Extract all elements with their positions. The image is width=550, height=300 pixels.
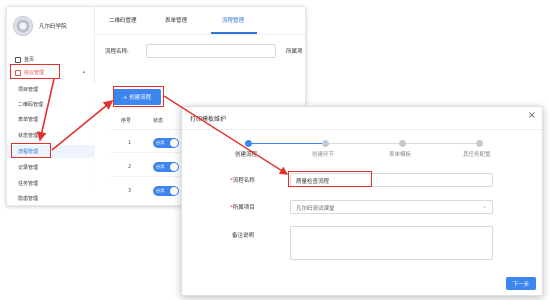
status-toggle[interactable]: 启用 [153,186,179,196]
process-name-label: *流程名称 [230,176,255,184]
home-icon [15,56,21,63]
active-tab-indicator [211,32,257,34]
filter-name-input[interactable] [146,44,276,58]
toggle-knob [170,163,178,171]
toggle-knob [170,139,178,147]
chevron-up-icon: ▴ [82,69,85,75]
toggle-knob [170,187,178,195]
template-maintenance-dialog: 打印模板维护 × 创建流程 创建环节 表单模板 其任务配置 *流程名称 质量检查… [181,106,543,296]
project-select[interactable]: 凡尔码测试课堂 ⌄ [290,200,493,214]
step-connector [403,143,476,144]
process-name-label-text: 流程名称 [232,178,255,184]
table-cell-index: 1 [128,140,132,146]
document-icon [15,69,21,76]
create-process-button[interactable]: + 创建流程 [113,89,161,105]
chevron-down-icon: ⌄ [481,203,487,210]
sidebar-item-project[interactable]: 项目管理 [7,83,95,96]
note-textarea[interactable] [290,226,493,260]
sidebar-item-label: 首页 [24,57,35,63]
sidebar-item-label: 项目管理 [18,87,39,93]
sidebar-item-label: 表单管理 [18,117,39,123]
step-task-config: 其任务配置 [463,152,491,158]
sidebar-item-label: 记录管理 [18,165,39,171]
sidebar-item-process[interactable]: 流程管理 [7,145,95,158]
sidebar-item-form[interactable]: 表单管理 [7,113,95,126]
project-label: *所属项目 [230,203,255,211]
brand-logo [13,16,33,36]
status-toggle[interactable]: 启用 [153,138,179,148]
sidebar: 凡尔码学院 首页 综合管理 ▴ 项目管理 二维码管理 表单管理 状态管理 流程管… [7,7,95,205]
tab-qrcode[interactable]: 二维码管理 [109,16,137,24]
sidebar-item-label: 流程管理 [18,149,39,155]
close-icon[interactable]: × [528,110,536,121]
step-dot [399,140,406,147]
filter-name-label: 流程名称: [105,49,129,55]
top-tab-bar: 二维码管理 表单管理 流程管理 [95,7,305,35]
dialog-title: 打印模板维护 [190,116,227,123]
column-header-index: 序号 [121,118,132,124]
sidebar-item-qrcode[interactable]: 二维码管理 [7,98,95,111]
tab-form[interactable]: 表单管理 [165,16,187,24]
sidebar-item-label: 二维码管理 [18,102,44,108]
dialog-divider [182,129,542,130]
step-create-node: 创建环节 [312,152,335,158]
tab-process[interactable]: 流程管理 [222,16,244,24]
sidebar-item-record[interactable]: 记录管理 [7,161,95,174]
status-toggle[interactable]: 启用 [153,162,179,172]
step-dot [322,140,329,147]
sidebar-group-comprehensive[interactable]: 综合管理 ▴ [7,66,95,79]
status-toggle-label: 启用 [156,140,165,145]
note-label: 备注说明 [232,233,255,239]
status-toggle-label: 启用 [156,164,165,169]
project-label-text: 所属项目 [232,205,255,211]
process-name-input[interactable]: 质量检查流程 [290,173,493,187]
step-form-template: 表单模板 [389,152,412,158]
step-connector [250,143,322,144]
project-select-value: 凡尔码测试课堂 [296,206,335,212]
step-connector [326,143,399,144]
table-cell-index: 3 [128,188,132,194]
sidebar-item-home[interactable]: 首页 [7,53,95,66]
column-header-status: 状态 [153,118,164,124]
table-cell-index: 2 [128,164,132,170]
next-step-button[interactable]: 下一步 [506,277,536,290]
step-create-process: 创建流程 [235,152,258,158]
brand-name: 凡尔码学院 [39,24,67,30]
step-dot [476,140,483,147]
sidebar-item-label: 状态管理 [18,133,39,139]
filter-project-label: 所属项 [286,49,303,55]
sidebar-item-task[interactable]: 任务管理 [7,177,95,190]
step-dot-active [245,140,252,147]
sidebar-item-hazard[interactable]: 隐患管理 [7,192,95,205]
sidebar-item-label: 任务管理 [18,181,39,187]
sidebar-group-label: 综合管理 [24,70,45,76]
sidebar-item-label: 隐患管理 [18,196,39,202]
status-toggle-label: 启用 [156,188,165,193]
sidebar-item-status[interactable]: 状态管理 [7,129,95,142]
brand: 凡尔码学院 [13,14,93,38]
